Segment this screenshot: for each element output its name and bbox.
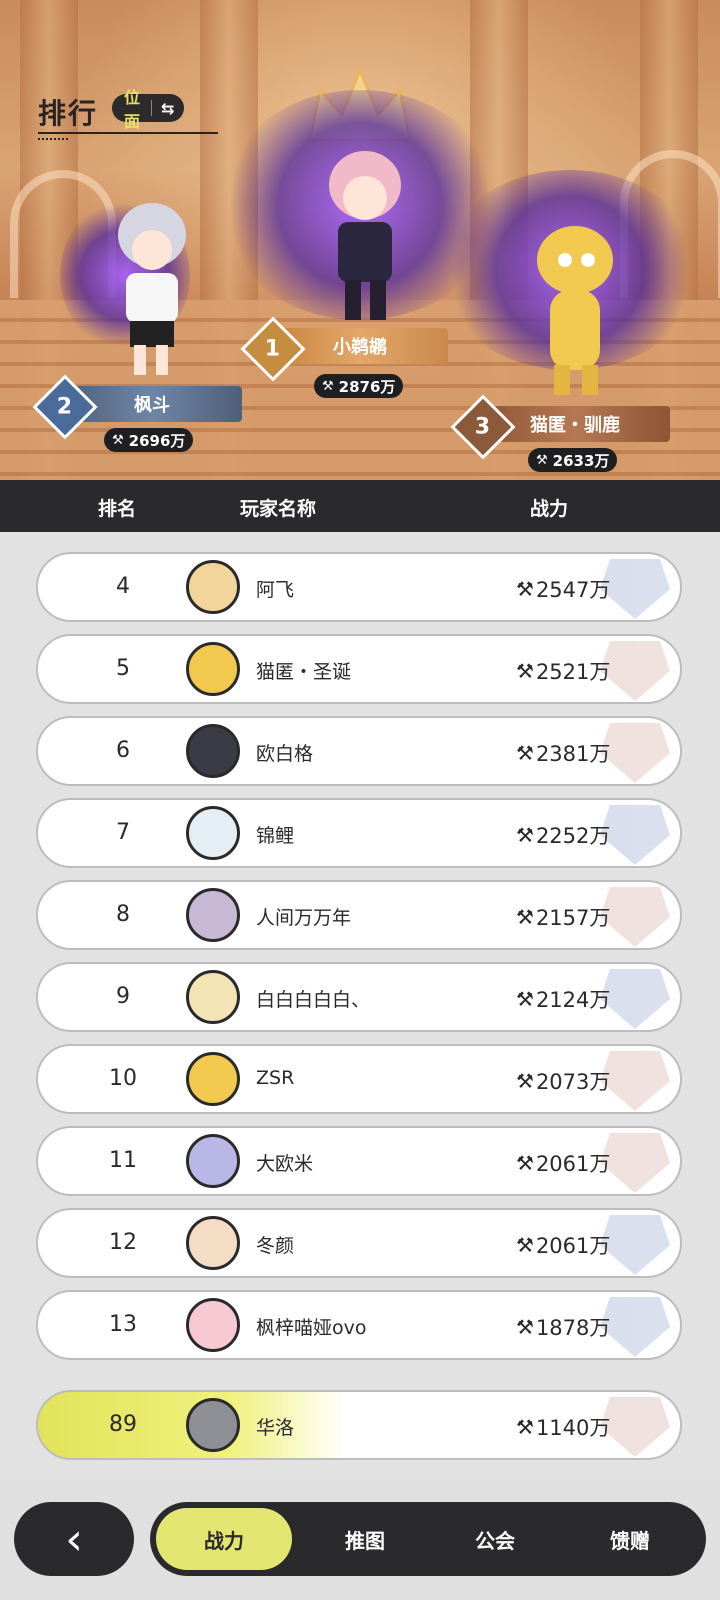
- row-player-name: 华洛: [256, 1417, 295, 1439]
- row-power: ⚒ 2061万: [516, 1151, 611, 1176]
- tab-stage[interactable]: 推图: [300, 1502, 430, 1576]
- power-icon: ⚒: [322, 378, 334, 394]
- tab-gift[interactable]: 馈赠: [560, 1502, 700, 1576]
- row-rank: 10: [109, 1066, 137, 1091]
- podium-scene: 排行 位面 ⇆ 小鹈鹕 1 ⚒ 2876万 枫斗 2 ⚒ 2696万 猫匿・驯鹿…: [0, 0, 720, 480]
- row-player-name: 大欧米: [256, 1153, 314, 1175]
- table-row[interactable]: 4 阿飞 ⚒ 2547万: [36, 552, 682, 622]
- power-icon: ⚒: [516, 823, 534, 847]
- tab-guild[interactable]: 公会: [430, 1502, 560, 1576]
- title-dots: [38, 138, 68, 140]
- row-player-name: 枫梓喵娅ovo: [256, 1317, 367, 1339]
- power-icon: ⚒: [516, 905, 534, 929]
- avatar[interactable]: [186, 1398, 240, 1452]
- avatar[interactable]: [186, 1216, 240, 1270]
- table-row[interactable]: 13 枫梓喵娅ovo ⚒ 1878万: [36, 1290, 682, 1360]
- back-button[interactable]: ‹: [14, 1502, 134, 1576]
- avatar[interactable]: [186, 1298, 240, 1352]
- table-row[interactable]: 8 人间万万年 ⚒ 2157万: [36, 880, 682, 950]
- row-power: ⚒ 2157万: [516, 905, 611, 930]
- podium-power-rank2: ⚒ 2696万: [104, 428, 194, 452]
- column-header-power: 战力: [530, 498, 569, 520]
- avatar[interactable]: [186, 970, 240, 1024]
- table-header: 排名 玩家名称 战力: [0, 480, 720, 532]
- row-rank: 9: [116, 984, 130, 1009]
- player-avatar-rank1[interactable]: [310, 140, 420, 330]
- avatar[interactable]: [186, 560, 240, 614]
- row-power: ⚒ 1140万: [516, 1415, 611, 1440]
- row-rank: 6: [116, 738, 130, 763]
- podium-power-rank3: ⚒ 2633万: [528, 448, 618, 472]
- row-power: ⚒ 1878万: [516, 1315, 611, 1340]
- row-rank: 13: [109, 1312, 137, 1337]
- chevron-left-icon: ‹: [65, 1513, 83, 1565]
- table-row[interactable]: 10 ZSR ⚒ 2073万: [36, 1044, 682, 1114]
- realm-switch-label: 位面: [124, 88, 141, 131]
- power-icon: ⚒: [516, 987, 534, 1011]
- power-icon: ⚒: [516, 1315, 534, 1339]
- power-icon: ⚒: [516, 577, 534, 601]
- avatar[interactable]: [186, 642, 240, 696]
- column-header-rank: 排名: [98, 498, 137, 520]
- table-row[interactable]: 6 欧白格 ⚒ 2381万: [36, 716, 682, 786]
- row-rank: 89: [109, 1412, 137, 1437]
- power-icon: ⚒: [516, 1069, 534, 1093]
- row-rank: 12: [109, 1230, 137, 1255]
- avatar[interactable]: [186, 888, 240, 942]
- row-player-name: 欧白格: [256, 743, 314, 765]
- divider: [150, 100, 152, 116]
- column-header-player: 玩家名称: [240, 498, 317, 520]
- podium-power-rank1: ⚒ 2876万: [314, 374, 404, 398]
- row-player-name: 白白白白白、: [256, 989, 371, 1011]
- player-avatar-rank3[interactable]: [520, 210, 630, 400]
- row-player-name: 人间万万年: [256, 907, 352, 929]
- self-rank-row[interactable]: 89 华洛 ⚒ 1140万: [36, 1390, 682, 1460]
- power-icon: ⚒: [112, 432, 124, 448]
- power-icon: ⚒: [516, 741, 534, 765]
- power-icon: ⚒: [516, 1233, 534, 1257]
- page-header: 排行 位面 ⇆: [38, 88, 218, 140]
- row-rank: 7: [116, 820, 130, 845]
- row-rank: 8: [116, 902, 130, 927]
- row-player-name: 阿飞: [256, 579, 295, 601]
- page-title: 排行: [38, 97, 99, 130]
- row-player-name: 猫匿・圣诞: [256, 661, 352, 683]
- row-power: ⚒ 2521万: [516, 659, 611, 684]
- bottom-nav: ‹ 战力 推图 公会 馈赠: [0, 1480, 720, 1600]
- table-row[interactable]: 11 大欧米 ⚒ 2061万: [36, 1126, 682, 1196]
- row-power: ⚒ 2252万: [516, 823, 611, 848]
- row-power: ⚒ 2124万: [516, 987, 611, 1012]
- avatar[interactable]: [186, 1134, 240, 1188]
- row-power: ⚒ 2547万: [516, 577, 611, 602]
- row-rank: 4: [116, 574, 130, 599]
- power-icon: ⚒: [536, 452, 548, 468]
- tab-power[interactable]: 战力: [156, 1508, 292, 1570]
- power-icon: ⚒: [516, 1151, 534, 1175]
- tab-bar: 战力 推图 公会 馈赠: [150, 1502, 706, 1576]
- row-rank: 5: [116, 656, 130, 681]
- power-icon: ⚒: [516, 1415, 534, 1439]
- table-row[interactable]: 7 锦鲤 ⚒ 2252万: [36, 798, 682, 868]
- row-rank: 11: [109, 1148, 137, 1173]
- player-avatar-rank2[interactable]: [100, 195, 200, 385]
- row-player-name: ZSR: [256, 1067, 295, 1089]
- avatar[interactable]: [186, 1052, 240, 1106]
- row-power: ⚒ 2061万: [516, 1233, 611, 1258]
- row-power: ⚒ 2073万: [516, 1069, 611, 1094]
- row-power: ⚒ 2381万: [516, 741, 611, 766]
- row-player-name: 锦鲤: [256, 825, 295, 847]
- self-rank-area: 89 华洛 ⚒ 1140万: [0, 1370, 720, 1480]
- avatar[interactable]: [186, 806, 240, 860]
- ranking-list[interactable]: 4 阿飞 ⚒ 2547万 5 猫匿・圣诞 ⚒ 2521万 6 欧白格 ⚒ 2381万 …: [0, 532, 720, 1370]
- power-icon: ⚒: [516, 659, 534, 683]
- avatar[interactable]: [186, 724, 240, 778]
- table-row[interactable]: 12 冬颜 ⚒ 2061万: [36, 1208, 682, 1278]
- title-underline: [38, 132, 218, 134]
- swap-icon: ⇆: [161, 98, 175, 118]
- table-row[interactable]: 5 猫匿・圣诞 ⚒ 2521万: [36, 634, 682, 704]
- realm-switch-button[interactable]: 位面 ⇆: [112, 88, 185, 131]
- row-player-name: 冬颜: [256, 1235, 295, 1257]
- table-row[interactable]: 9 白白白白白、 ⚒ 2124万: [36, 962, 682, 1032]
